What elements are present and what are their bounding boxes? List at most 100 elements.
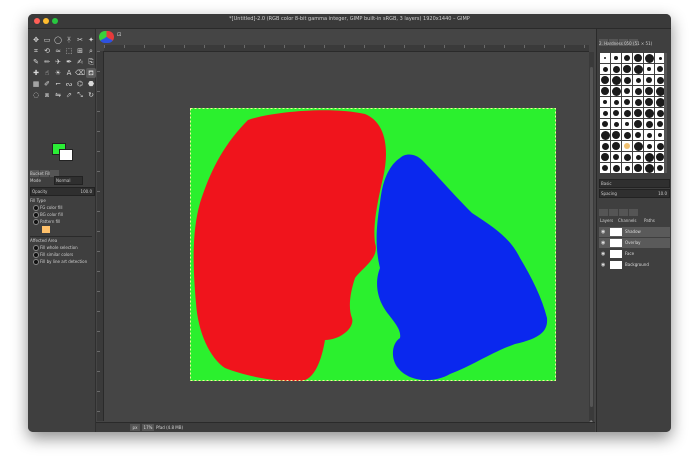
brush-thumbnail[interactable] bbox=[600, 108, 610, 118]
vertical-scrollbar[interactable] bbox=[589, 52, 594, 422]
perspective-tool-icon[interactable]: ⧈ bbox=[42, 90, 52, 100]
brush-thumbnail[interactable] bbox=[622, 119, 632, 129]
ink-tool-icon[interactable]: ✒ bbox=[64, 57, 74, 67]
edit-brush-icon[interactable] bbox=[599, 209, 608, 216]
paths-tab[interactable]: Paths bbox=[644, 218, 655, 223]
new-brush-icon[interactable] bbox=[609, 209, 618, 216]
unit-select[interactable]: px bbox=[130, 424, 140, 431]
brush-thumbnail[interactable] bbox=[600, 86, 610, 96]
paintbrush-tool-icon[interactable]: ✎ bbox=[31, 57, 41, 67]
brush-thumbnail[interactable] bbox=[611, 64, 621, 74]
brush-thumbnail[interactable] bbox=[611, 108, 621, 118]
brush-thumbnail[interactable] bbox=[633, 152, 643, 162]
layer-row[interactable]: ◉ Overlay bbox=[599, 238, 670, 248]
brush-thumbnail[interactable] bbox=[622, 64, 632, 74]
handle-transform-tool-icon[interactable]: ⬚ bbox=[64, 46, 74, 56]
shear-tool-icon[interactable]: ⬀ bbox=[64, 90, 74, 100]
brush-thumbnail[interactable] bbox=[611, 141, 621, 151]
gradient-tool-icon[interactable]: ▦ bbox=[31, 79, 41, 89]
text-tool-icon[interactable]: A bbox=[64, 68, 74, 78]
brush-thumbnail[interactable] bbox=[622, 53, 632, 63]
brush-thumbnail[interactable] bbox=[633, 130, 643, 140]
brush-thumbnail[interactable] bbox=[600, 119, 610, 129]
brush-thumbnail[interactable] bbox=[622, 97, 632, 107]
background-color-swatch[interactable] bbox=[59, 149, 73, 161]
zoom-tool-icon[interactable]: ⌕ bbox=[86, 46, 96, 56]
brush-thumbnail[interactable] bbox=[633, 108, 643, 118]
brush-thumbnail[interactable] bbox=[644, 108, 654, 118]
rotate-tool-icon[interactable]: ↻ bbox=[86, 90, 96, 100]
brush-thumbnail[interactable] bbox=[622, 152, 632, 162]
brush-thumbnail[interactable] bbox=[644, 97, 654, 107]
brush-thumbnail[interactable] bbox=[644, 163, 654, 173]
brush-thumbnail[interactable] bbox=[644, 53, 654, 63]
image-canvas[interactable] bbox=[190, 108, 556, 381]
brush-thumbnail[interactable] bbox=[644, 75, 654, 85]
brush-thumbnail[interactable] bbox=[644, 119, 654, 129]
mypaint-tool-icon[interactable]: ✍ bbox=[75, 57, 85, 67]
airbrush-tool-icon[interactable]: ✈ bbox=[53, 57, 63, 67]
brush-filter[interactable]: Basic bbox=[599, 179, 670, 188]
brush-thumbnail[interactable] bbox=[600, 53, 610, 63]
blur-tool-icon[interactable]: ◌ bbox=[31, 90, 41, 100]
move-tool-icon[interactable]: ✥ bbox=[31, 35, 41, 45]
brush-thumbnail[interactable] bbox=[622, 163, 632, 173]
visibility-eye-icon[interactable]: ◉ bbox=[601, 251, 605, 257]
channels-tab[interactable]: Channels bbox=[618, 218, 637, 223]
brush-thumbnail[interactable] bbox=[633, 53, 643, 63]
canvas-area[interactable] bbox=[104, 52, 589, 422]
ellipse-select-tool-icon[interactable]: ◯ bbox=[53, 35, 63, 45]
delete-brush-icon[interactable] bbox=[629, 209, 638, 216]
layer-row[interactable]: ◉ Shadow bbox=[599, 227, 670, 237]
brush-thumbnail[interactable] bbox=[633, 119, 643, 129]
brush-thumbnail[interactable] bbox=[611, 53, 621, 63]
fill-fg-radio[interactable] bbox=[33, 205, 39, 211]
scale-tool-icon[interactable]: ⤡ bbox=[75, 90, 85, 100]
brush-thumbnail[interactable] bbox=[622, 75, 632, 85]
scissors-tool-icon[interactable]: ✂ bbox=[75, 35, 85, 45]
warp-tool-icon[interactable]: ≈ bbox=[53, 46, 63, 56]
layers-tab[interactable]: Layers bbox=[600, 218, 613, 223]
color-picker-tool-icon[interactable]: ✐ bbox=[42, 79, 52, 89]
free-select-tool-icon[interactable]: ᛡ bbox=[64, 35, 74, 45]
eraser-tool-icon[interactable]: ⌫ bbox=[75, 68, 85, 78]
brush-thumbnail[interactable] bbox=[622, 130, 632, 140]
brush-thumbnail[interactable] bbox=[633, 97, 643, 107]
brush-thumbnail[interactable] bbox=[644, 64, 654, 74]
brush-thumbnail[interactable] bbox=[622, 86, 632, 96]
crop-tool-icon[interactable]: ⌗ bbox=[31, 46, 41, 56]
flip-tool-icon[interactable]: ⇋ bbox=[53, 90, 63, 100]
horizontal-ruler[interactable] bbox=[104, 45, 589, 52]
brush-thumbnail[interactable] bbox=[633, 86, 643, 96]
pattern-swatch[interactable] bbox=[42, 226, 50, 233]
brush-thumbnail[interactable] bbox=[611, 130, 621, 140]
visibility-eye-icon[interactable]: ◉ bbox=[601, 229, 605, 235]
area-similar-radio[interactable] bbox=[33, 252, 39, 258]
brush-thumbnail[interactable] bbox=[611, 163, 621, 173]
bucket-fill-tool-icon[interactable]: ⛾ bbox=[86, 68, 96, 78]
brush-thumbnail[interactable] bbox=[644, 130, 654, 140]
brush-thumbnail[interactable] bbox=[600, 97, 610, 107]
brush-thumbnail[interactable] bbox=[633, 141, 643, 151]
brush-thumbnail[interactable] bbox=[622, 108, 632, 118]
brush-thumbnail[interactable] bbox=[611, 75, 621, 85]
rect-select-tool-icon[interactable]: ▭ bbox=[42, 35, 52, 45]
brush-scrollbar[interactable] bbox=[664, 53, 667, 173]
smudge-tool-icon[interactable]: ☝ bbox=[42, 68, 52, 78]
brush-thumbnail[interactable] bbox=[644, 152, 654, 162]
scroll-thumb[interactable] bbox=[590, 67, 593, 407]
area-lineart-radio[interactable] bbox=[33, 259, 39, 265]
zoom-select[interactable]: 17% bbox=[142, 424, 154, 431]
align-tool-icon[interactable]: ⊞ bbox=[75, 46, 85, 56]
path-tool-icon[interactable]: ᔓ bbox=[64, 79, 74, 89]
area-selection-radio[interactable] bbox=[33, 245, 39, 251]
mode-select[interactable]: Normal bbox=[54, 176, 83, 185]
brush-grid[interactable] bbox=[600, 53, 665, 173]
brush-thumbnail[interactable] bbox=[600, 141, 610, 151]
brush-thumbnail[interactable] bbox=[644, 86, 654, 96]
measure-tool-icon[interactable]: ⌐ bbox=[53, 79, 63, 89]
brush-thumbnail[interactable] bbox=[611, 152, 621, 162]
unified-transform-tool-icon[interactable]: ⟲ bbox=[42, 46, 52, 56]
fill-bg-radio[interactable] bbox=[33, 212, 39, 218]
clone-tool-icon[interactable]: ⎘ bbox=[86, 57, 96, 67]
